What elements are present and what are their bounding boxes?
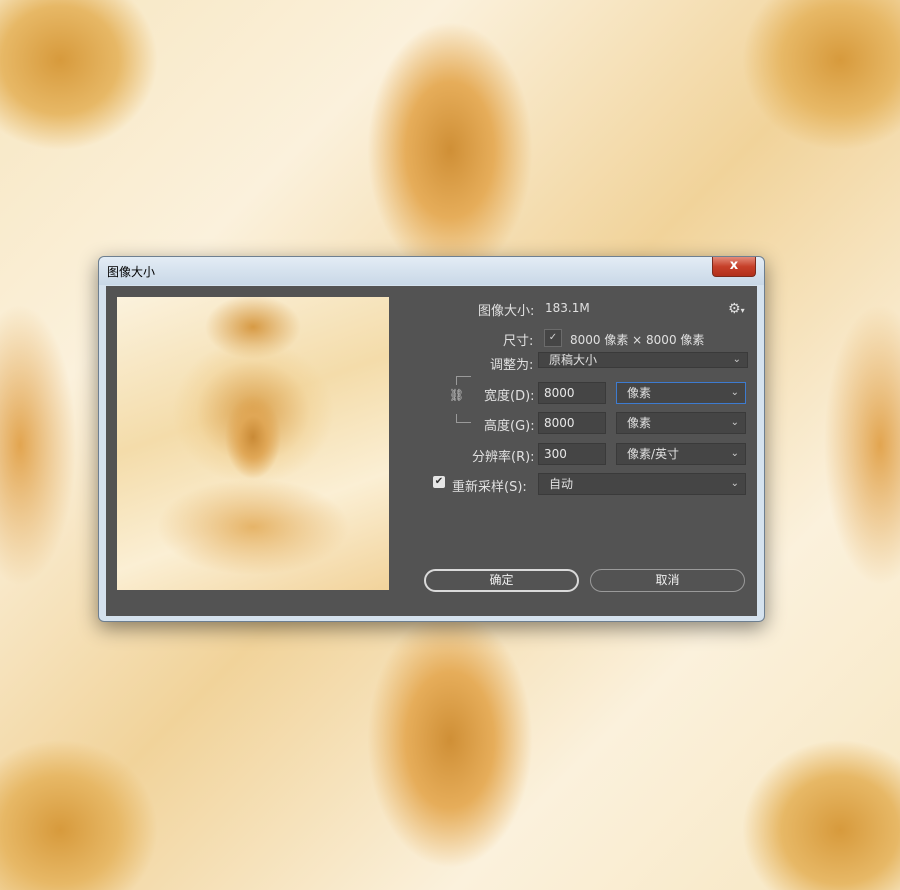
dimensions-dropdown[interactable]: ✓ <box>544 329 562 347</box>
link-bracket-bottom <box>456 414 471 423</box>
dimensions-label: 尺寸: <box>503 334 534 349</box>
gear-icon[interactable]: ⚙▾ <box>728 301 745 317</box>
chevron-down-icon: ⌄ <box>732 354 741 365</box>
image-size-value: 183.1M <box>545 301 590 315</box>
chevron-down-icon: ⌄ <box>730 387 739 398</box>
dialog-title: 图像大小 <box>107 265 156 279</box>
check-icon: ✔ <box>434 476 444 487</box>
fit-to-label: 调整为: <box>490 358 534 373</box>
height-label: 高度(G): <box>484 419 535 434</box>
image-preview[interactable] <box>117 297 389 590</box>
resample-value: 自动 <box>549 477 574 491</box>
height-unit-select[interactable]: 像素 ⌄ <box>616 412 746 434</box>
width-label: 宽度(D): <box>484 389 535 404</box>
close-button[interactable]: x <box>712 257 756 277</box>
chevron-down-icon: ⌄ <box>730 417 739 428</box>
close-icon: x <box>729 258 739 273</box>
ok-button[interactable]: 确定 <box>424 569 579 592</box>
dimensions-value: 8000 像素 × 8000 像素 <box>570 333 705 347</box>
width-unit-select[interactable]: 像素 ⌄ <box>616 382 746 404</box>
fit-to-select[interactable]: 原稿大小 ⌄ <box>538 352 748 368</box>
link-icon[interactable]: ⛓ <box>449 388 464 412</box>
resample-label: 重新采样(S): <box>452 480 527 495</box>
resample-select[interactable]: 自动 ⌄ <box>538 473 746 495</box>
width-input[interactable]: 8000 <box>538 382 606 404</box>
image-size-label: 图像大小: <box>478 304 535 319</box>
fit-to-value: 原稿大小 <box>549 353 598 367</box>
dialog-panel: 图像大小: 183.1M ⚙▾ 尺寸: ✓ 8000 像素 × 8000 像素 … <box>106 286 757 616</box>
title-bar[interactable]: 图像大小 x <box>99 257 764 285</box>
resolution-label: 分辨率(R): <box>472 450 535 465</box>
chevron-down-icon: ✓ <box>548 332 558 343</box>
resolution-input[interactable]: 300 <box>538 443 606 465</box>
height-unit-value: 像素 <box>627 416 652 430</box>
resolution-unit-select[interactable]: 像素/英寸 ⌄ <box>616 443 746 465</box>
width-unit-value: 像素 <box>627 386 652 400</box>
cancel-button[interactable]: 取消 <box>590 569 745 592</box>
resample-checkbox[interactable]: ✔ <box>433 476 445 488</box>
chevron-down-icon: ⌄ <box>730 478 739 489</box>
resolution-unit-value: 像素/英寸 <box>627 447 680 461</box>
link-bracket-top <box>456 376 471 385</box>
height-input[interactable]: 8000 <box>538 412 606 434</box>
chevron-down-icon: ⌄ <box>730 448 739 459</box>
image-size-dialog: 图像大小 x 图像大小: 183.1M ⚙▾ 尺寸: ✓ 8000 像素 × 8… <box>98 256 765 622</box>
